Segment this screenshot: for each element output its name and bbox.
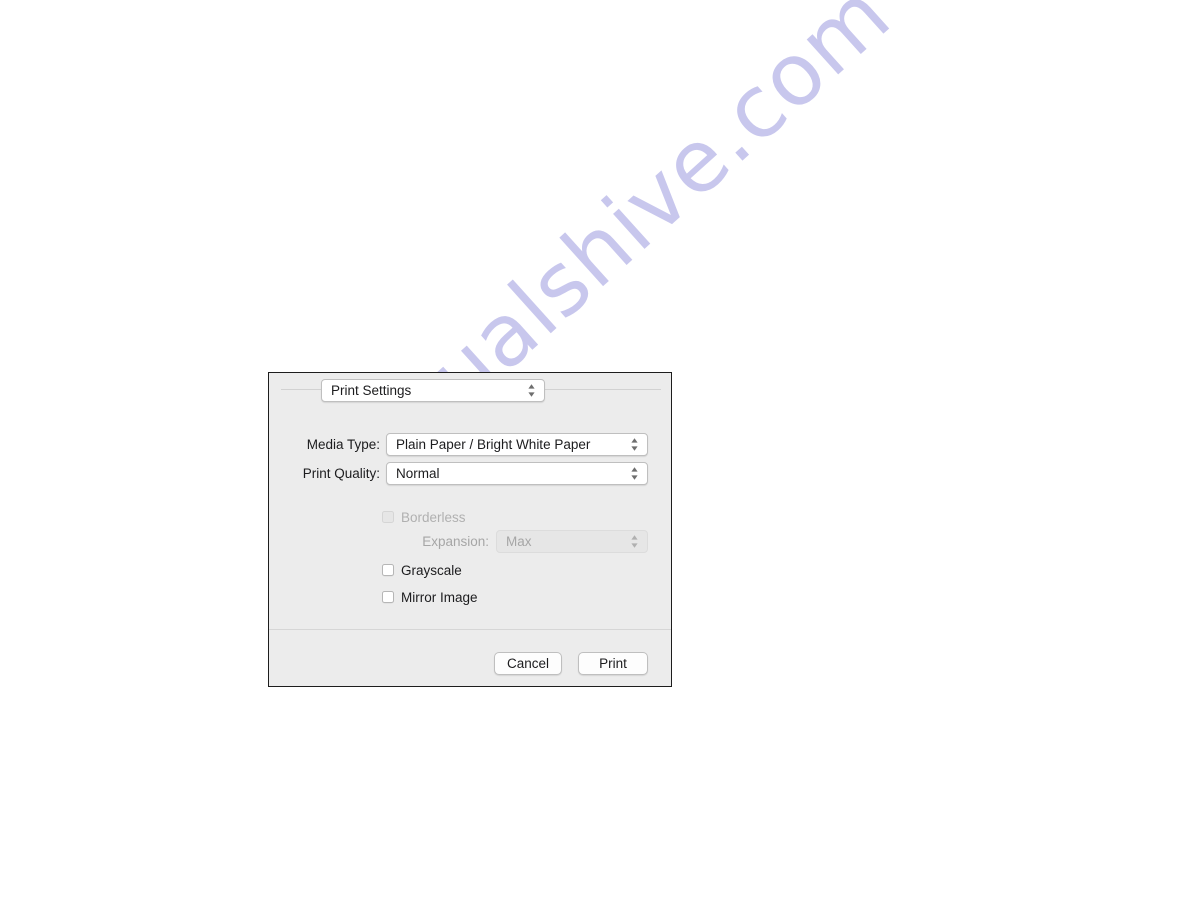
- section-popup-value: Print Settings: [331, 383, 412, 398]
- grayscale-checkbox-row[interactable]: Grayscale: [382, 562, 462, 578]
- print-quality-value: Normal: [396, 466, 440, 481]
- mirror-image-checkbox[interactable]: [382, 591, 394, 603]
- borderless-checkbox: [382, 511, 394, 523]
- mirror-image-checkbox-row[interactable]: Mirror Image: [382, 589, 478, 605]
- footer-divider: [269, 629, 671, 630]
- media-type-label: Media Type:: [306, 437, 380, 452]
- expansion-label: Expansion:: [422, 534, 489, 549]
- print-button[interactable]: Print: [578, 652, 648, 675]
- media-type-popup-button[interactable]: Plain Paper / Bright White Paper: [386, 433, 648, 456]
- print-quality-label: Print Quality:: [302, 466, 380, 481]
- cancel-button[interactable]: Cancel: [494, 652, 562, 675]
- borderless-checkbox-row: Borderless: [382, 509, 466, 525]
- section-popup-button[interactable]: Print Settings: [321, 379, 545, 402]
- expansion-popup-button: Max: [496, 530, 648, 553]
- grayscale-checkbox[interactable]: [382, 564, 394, 576]
- borderless-label: Borderless: [401, 509, 466, 525]
- expansion-value: Max: [506, 534, 532, 549]
- grayscale-label: Grayscale: [401, 562, 462, 578]
- stepper-updown-icon: [626, 437, 643, 452]
- stepper-updown-icon: [626, 466, 643, 481]
- mirror-image-label: Mirror Image: [401, 589, 478, 605]
- print-settings-dialog: Print Settings Media Type: Plain Paper /…: [268, 372, 672, 687]
- media-type-value: Plain Paper / Bright White Paper: [396, 437, 591, 452]
- stepper-updown-icon: [626, 534, 643, 549]
- stepper-updown-icon: [523, 383, 540, 398]
- print-quality-popup-button[interactable]: Normal: [386, 462, 648, 485]
